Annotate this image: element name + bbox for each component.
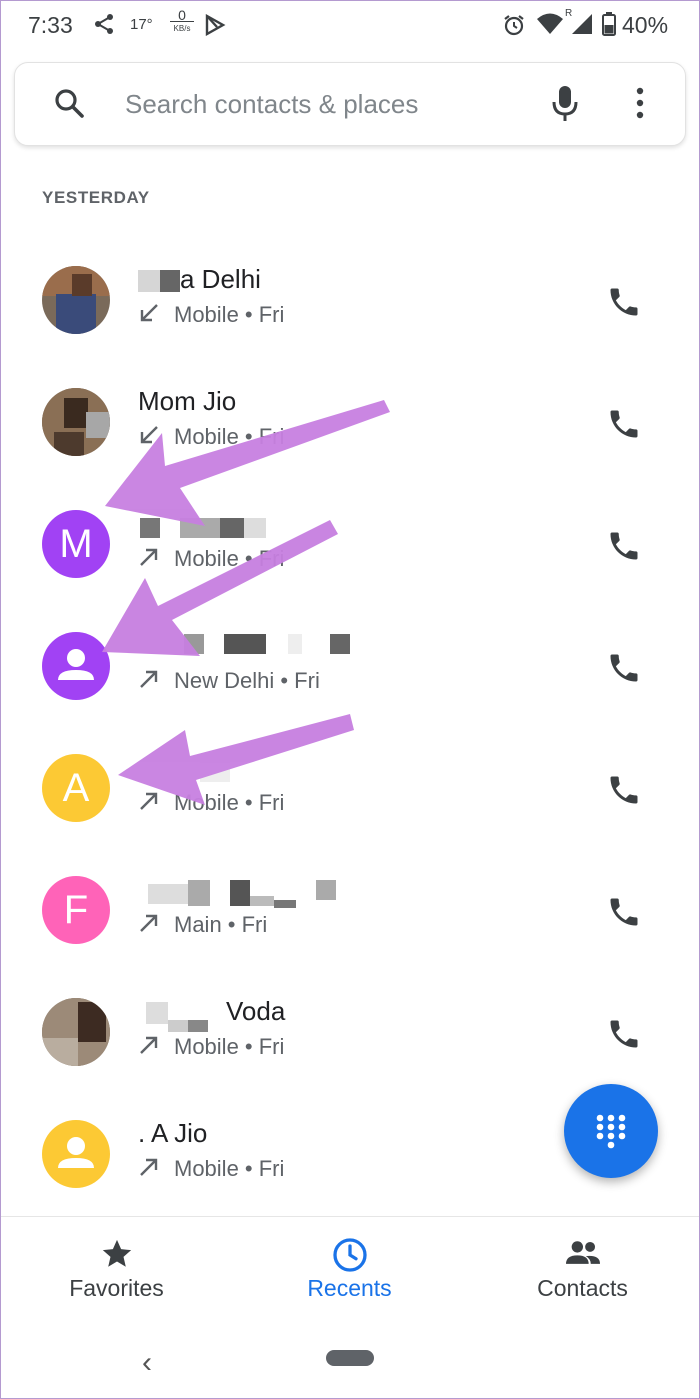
annotation-arrow <box>102 520 338 656</box>
home-button[interactable] <box>326 1350 374 1366</box>
bottom-navigation: Favorites Recents Contacts <box>0 1216 700 1321</box>
people-icon <box>466 1237 699 1276</box>
tab-contacts-label: Contacts <box>537 1275 628 1301</box>
tab-favorites[interactable]: Favorites <box>0 1217 233 1321</box>
clock-icon <box>233 1237 466 1278</box>
system-navigation-bar: ‹ <box>0 1320 700 1399</box>
tab-recents-label: Recents <box>307 1275 392 1301</box>
back-icon[interactable]: ‹ <box>142 1346 152 1380</box>
annotation-arrow <box>118 714 354 805</box>
tab-contacts[interactable]: Contacts <box>466 1217 699 1321</box>
annotation-arrows <box>102 400 390 805</box>
star-icon <box>0 1237 233 1276</box>
tab-favorites-label: Favorites <box>69 1275 164 1301</box>
dialpad-button[interactable] <box>564 1084 658 1178</box>
annotation-arrow <box>105 400 390 526</box>
dialpad-icon <box>596 1114 626 1149</box>
tab-recents[interactable]: Recents <box>233 1217 466 1321</box>
